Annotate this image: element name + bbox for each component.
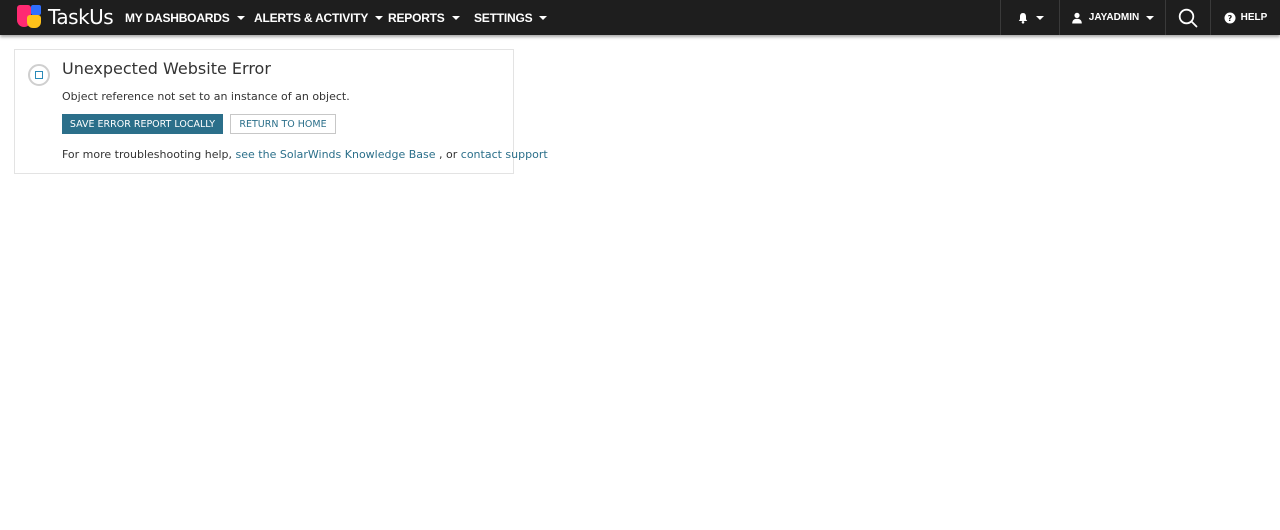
chevron-down-icon [539,15,548,20]
bell-icon [1018,12,1027,24]
chevron-down-icon [236,15,245,20]
chevron-down-icon [451,15,460,20]
troubleshooting-help-text: For more troubleshooting help, see the S… [62,148,548,161]
notifications-button[interactable] [1001,0,1059,35]
nav-settings-label: SETTINGS [474,10,533,25]
nav-settings[interactable]: SETTINGS [474,0,548,35]
chevron-down-icon [1035,15,1044,20]
nav-reports[interactable]: REPORTS [388,0,460,35]
user-icon [1071,12,1082,23]
search-button[interactable] [1166,0,1210,35]
nav-alerts-activity-label: ALERTS & ACTIVITY [254,10,369,25]
user-menu[interactable]: JAYADMIN [1060,0,1165,35]
help-label: HELP [1240,12,1268,23]
error-status-icon [28,64,50,86]
user-name: JAYADMIN [1088,12,1140,23]
logo-text: TaskUs [48,5,114,29]
taskus-logo[interactable]: TaskUs [16,1,114,33]
chevron-down-icon [1146,15,1155,20]
error-title: Unexpected Website Error [62,59,271,78]
nav-my-dashboards[interactable]: MY DASHBOARDS [125,0,245,35]
save-error-report-button[interactable]: SAVE ERROR REPORT LOCALLY [62,114,223,134]
error-panel: Unexpected Website Error Object referenc… [14,49,548,174]
chevron-down-icon [375,15,384,20]
top-navigation-bar: TaskUs MY DASHBOARDS ALERTS & ACTIVITY R… [0,0,1280,35]
nav-reports-label: REPORTS [388,10,445,25]
return-to-home-button[interactable]: RETURN TO HOME [230,114,336,134]
search-icon [1178,8,1198,27]
error-message: Object reference not set to an instance … [62,90,350,103]
help-prefix: For more troubleshooting help, [62,148,233,161]
knowledge-base-link[interactable]: see the SolarWinds Knowledge Base [236,148,436,161]
contact-support-link[interactable]: contact support [461,148,548,161]
taskus-logo-mark [16,5,44,29]
question-circle-icon: ? [1224,12,1236,23]
help-button[interactable]: ? HELP [1211,0,1280,35]
nav-my-dashboards-label: MY DASHBOARDS [125,10,230,25]
nav-alerts-activity[interactable]: ALERTS & ACTIVITY [254,0,384,35]
svg-text:?: ? [1227,14,1232,23]
help-separator: , or [439,148,458,161]
